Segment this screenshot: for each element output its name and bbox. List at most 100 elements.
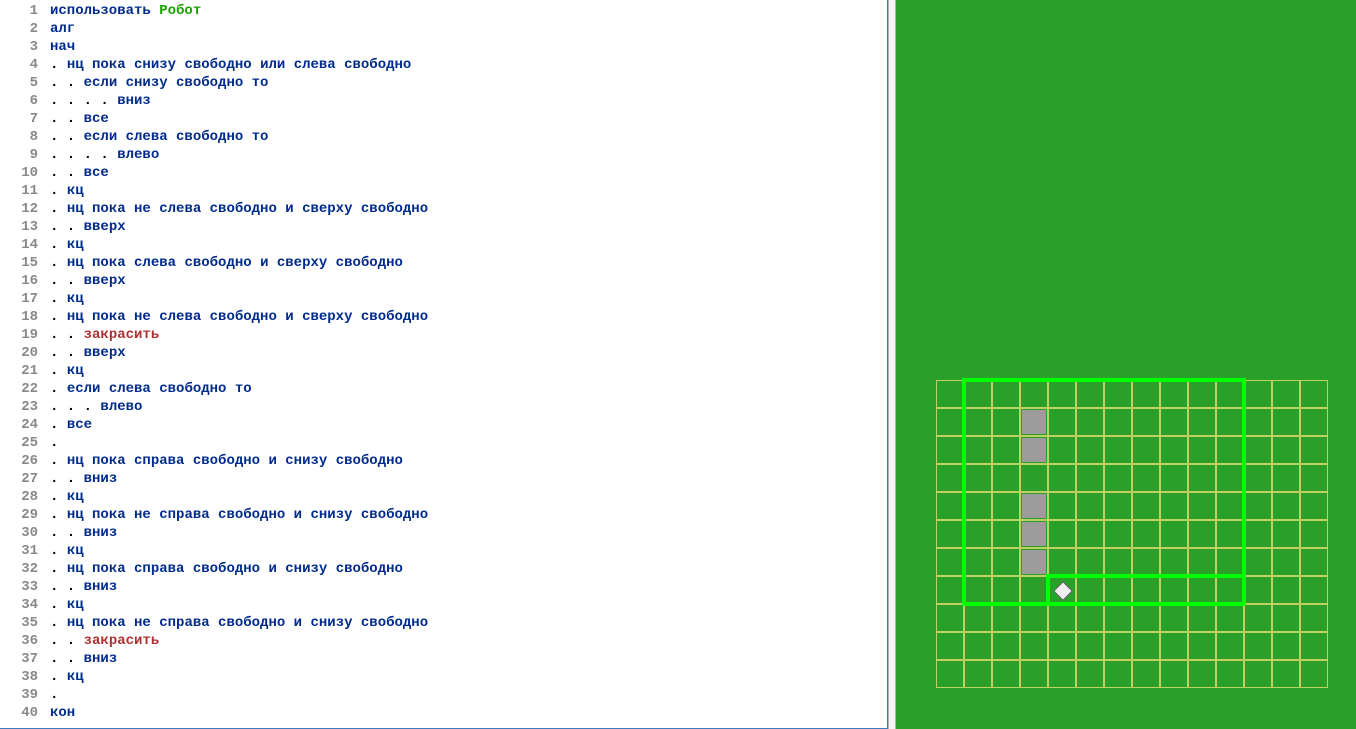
- code-token: .: [50, 597, 67, 613]
- code-token: [126, 561, 134, 577]
- code-token: .: [50, 435, 67, 451]
- grid-cell: [936, 464, 964, 492]
- code-line[interactable]: . кц: [50, 668, 887, 686]
- code-line[interactable]: . кц: [50, 542, 887, 560]
- line-number: 8: [0, 128, 38, 146]
- line-number: 10: [0, 164, 38, 182]
- code-token: нц пока не: [67, 615, 151, 631]
- line-number: 37: [0, 650, 38, 668]
- code-line[interactable]: . нц пока справа свободно и снизу свобод…: [50, 560, 887, 578]
- grid-cell: [1216, 464, 1244, 492]
- code-token: слева свободно: [159, 201, 277, 217]
- code-token: если: [84, 75, 118, 91]
- grid-cell: [992, 520, 1020, 548]
- code-line[interactable]: . . если снизу свободно то: [50, 74, 887, 92]
- grid-cell: [1272, 604, 1300, 632]
- grid-cell: [1300, 436, 1328, 464]
- code-line[interactable]: . нц пока не слева свободно и сверху сво…: [50, 308, 887, 326]
- code-line[interactable]: . кц: [50, 290, 887, 308]
- grid-cell: [1160, 380, 1188, 408]
- code-line[interactable]: . . вверх: [50, 218, 887, 236]
- code-token: [151, 309, 159, 325]
- code-line[interactable]: . . закрасить: [50, 632, 887, 650]
- code-token: [268, 255, 276, 271]
- code-line[interactable]: . нц пока не слева свободно и сверху сво…: [50, 200, 887, 218]
- grid-cell: [1216, 604, 1244, 632]
- code-line[interactable]: . . если слева свободно то: [50, 128, 887, 146]
- code-line[interactable]: . . все: [50, 110, 887, 128]
- code-token: [151, 201, 159, 217]
- code-line[interactable]: . . вниз: [50, 578, 887, 596]
- code-token: и: [268, 561, 276, 577]
- code-line[interactable]: . . вверх: [50, 344, 887, 362]
- code-line[interactable]: . . закрасить: [50, 326, 887, 344]
- code-line[interactable]: . нц пока слева свободно и сверху свобод…: [50, 254, 887, 272]
- grid-cell: [1132, 660, 1160, 688]
- line-number: 22: [0, 380, 38, 398]
- code-token: нц пока не: [67, 507, 151, 523]
- code-line[interactable]: . если слева свободно то: [50, 380, 887, 398]
- grid-cell: [936, 380, 964, 408]
- code-line[interactable]: . . . влево: [50, 398, 887, 416]
- code-token: . .: [50, 273, 84, 289]
- code-line[interactable]: . нц пока снизу свободно или слева свобо…: [50, 56, 887, 74]
- code-line[interactable]: . нц пока не справа свободно и снизу сво…: [50, 614, 887, 632]
- code-line[interactable]: кон: [50, 704, 887, 722]
- grid-cell: [1300, 380, 1328, 408]
- grid-cell: [992, 548, 1020, 576]
- code-line[interactable]: . . вверх: [50, 272, 887, 290]
- pane-divider[interactable]: [888, 0, 896, 729]
- code-line[interactable]: нач: [50, 38, 887, 56]
- code-line[interactable]: . . вниз: [50, 650, 887, 668]
- grid-cell: [1132, 576, 1160, 604]
- code-line[interactable]: использовать Робот: [50, 2, 887, 20]
- code-line[interactable]: . нц пока не справа свободно и снизу сво…: [50, 506, 887, 524]
- painted-cell: [1022, 522, 1046, 546]
- line-number: 14: [0, 236, 38, 254]
- code-token: и: [285, 201, 293, 217]
- code-line[interactable]: . . . . вниз: [50, 92, 887, 110]
- code-line[interactable]: алг: [50, 20, 887, 38]
- code-token: .: [50, 201, 67, 217]
- code-token: и: [268, 453, 276, 469]
- code-line[interactable]: . нц пока справа свободно и снизу свобод…: [50, 452, 887, 470]
- grid-cell: [1300, 464, 1328, 492]
- grid-cell: [1020, 660, 1048, 688]
- code-line[interactable]: . все: [50, 416, 887, 434]
- line-number: 6: [0, 92, 38, 110]
- code-line[interactable]: .: [50, 686, 887, 704]
- code-line[interactable]: . кц: [50, 362, 887, 380]
- grid-cell: [1076, 408, 1104, 436]
- code-line[interactable]: .: [50, 434, 887, 452]
- grid-cell: [936, 492, 964, 520]
- robot-field: [936, 380, 1328, 688]
- line-number: 35: [0, 614, 38, 632]
- grid-cell: [1104, 492, 1132, 520]
- code-token: использовать: [50, 3, 159, 19]
- line-number: 9: [0, 146, 38, 164]
- code-editor[interactable]: 1234567891011121314151617181920212223242…: [0, 0, 888, 729]
- code-area[interactable]: использовать Роботалгнач. нц пока снизу …: [44, 0, 887, 728]
- grid-cell: [1244, 660, 1272, 688]
- code-line[interactable]: . . все: [50, 164, 887, 182]
- code-token: . .: [50, 471, 84, 487]
- line-number: 4: [0, 56, 38, 74]
- grid-cell: [1272, 492, 1300, 520]
- code-line[interactable]: . . . . влево: [50, 146, 887, 164]
- code-line[interactable]: . кц: [50, 596, 887, 614]
- code-line[interactable]: . . вниз: [50, 524, 887, 542]
- line-number: 29: [0, 506, 38, 524]
- code-token: [243, 75, 251, 91]
- grid-cell: [1048, 632, 1076, 660]
- code-line[interactable]: . кц: [50, 182, 887, 200]
- line-number: 32: [0, 560, 38, 578]
- code-token: вверх: [84, 273, 126, 289]
- code-line[interactable]: . кц: [50, 488, 887, 506]
- line-number: 17: [0, 290, 38, 308]
- code-token: если: [84, 129, 118, 145]
- wall: [1046, 574, 1050, 606]
- grid-cell: [1188, 436, 1216, 464]
- code-token: вниз: [84, 579, 118, 595]
- code-line[interactable]: . кц: [50, 236, 887, 254]
- code-line[interactable]: . . вниз: [50, 470, 887, 488]
